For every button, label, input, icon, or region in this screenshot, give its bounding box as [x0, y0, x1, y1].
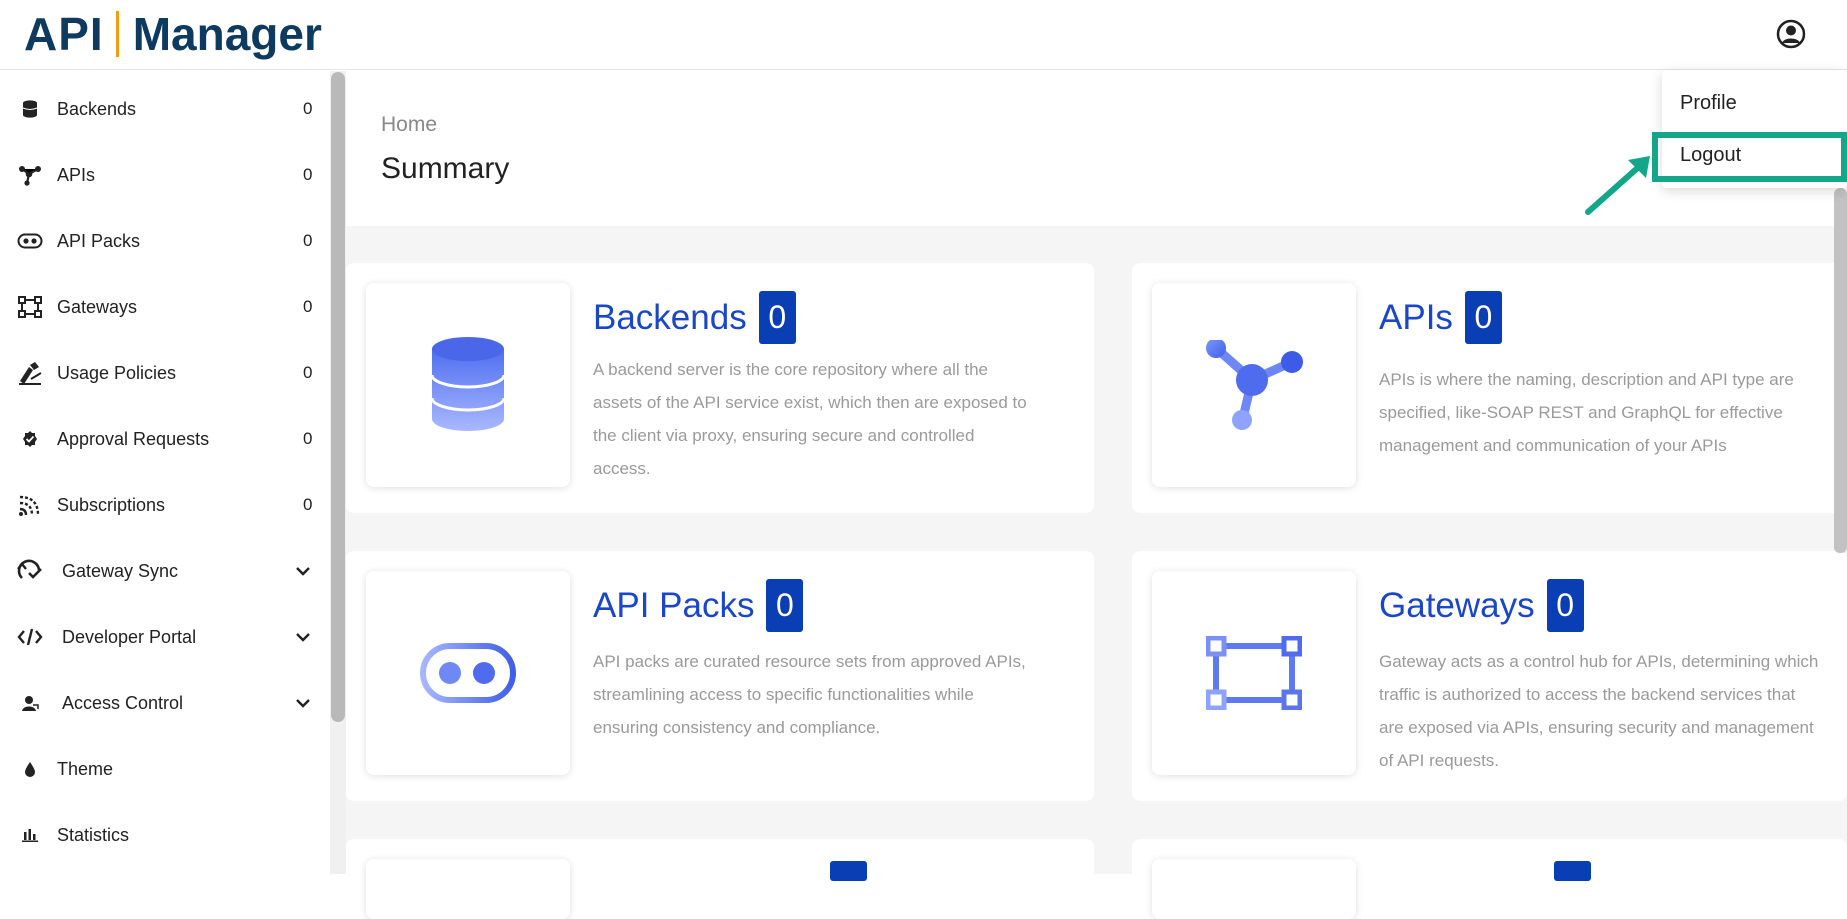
user-icon — [17, 690, 43, 716]
logo-api-text: API — [24, 8, 104, 60]
card-description: APIs is where the naming, description an… — [1379, 370, 1794, 455]
sidebar-item-subscriptions[interactable]: Subscriptions 0 — [0, 472, 328, 538]
summary-card-gateways[interactable]: Gateways 0 Gateway acts as a control hub… — [1132, 551, 1847, 801]
code-icon — [17, 624, 43, 650]
sidebar-item-access-control[interactable]: Access Control — [0, 670, 328, 736]
count-badge: 0 — [766, 579, 804, 632]
card-title: Backends 0 — [593, 291, 796, 344]
sidebar-item-count: 0 — [303, 363, 313, 382]
sidebar-item-developer-portal[interactable]: Developer Portal — [0, 604, 328, 670]
card-title: APIs 0 — [1379, 291, 1502, 344]
sidebar-item-label: Gateway Sync — [62, 560, 179, 581]
card-title-text: Backends — [593, 297, 747, 337]
sidebar-item-count: 0 — [303, 99, 313, 118]
sidebar-item-count: 0 — [303, 165, 313, 184]
sidebar-item-gateways[interactable]: Gateways 0 — [0, 274, 328, 340]
sidebar-item-gateway-sync[interactable]: Gateway Sync — [0, 538, 328, 604]
sidebar-item-label: Subscriptions — [57, 494, 166, 515]
sidebar: Backends 0 APIs 0 API Packs 0 Gateways 0… — [0, 71, 328, 874]
sidebar-item-label: Theme — [57, 758, 114, 779]
sidebar-item-label: Access Control — [62, 692, 184, 713]
gateway-icon — [1206, 636, 1302, 710]
logo-separator — [115, 11, 119, 57]
count-badge — [830, 861, 867, 881]
database-icon — [17, 96, 43, 122]
summary-card-apis[interactable]: APIs 0 APIs is where the naming, descrip… — [1132, 263, 1847, 513]
profile-menu-item[interactable]: Profile — [1680, 92, 1737, 115]
api-icon — [17, 162, 43, 188]
chevron-down-icon[interactable] — [294, 694, 312, 712]
approval-icon — [17, 426, 43, 452]
sidebar-item-approval-requests[interactable]: Approval Requests 0 — [0, 406, 328, 472]
sidebar-item-count: 0 — [303, 231, 313, 250]
sidebar-item-statistics[interactable]: Statistics — [0, 802, 328, 868]
main-scrollbar-thumb[interactable] — [1834, 188, 1847, 553]
sidebar-item-label: APIs — [57, 164, 96, 185]
card-description: API packs are curated resource sets from… — [593, 652, 1026, 737]
top-bar: API Manager — [0, 0, 1847, 70]
gateway-icon — [17, 294, 43, 320]
sidebar-item-api-packs[interactable]: API Packs 0 — [0, 208, 328, 274]
count-badge: 0 — [1464, 291, 1502, 344]
pointer-arrow-icon — [1585, 156, 1650, 215]
summary-card-backends[interactable]: Backends 0 A backend server is the core … — [346, 263, 1094, 513]
sync-icon — [17, 558, 43, 584]
card-description: A backend server is the core repository … — [593, 360, 1027, 478]
card-title: API Packs 0 — [593, 579, 804, 632]
sidebar-item-usage-policies[interactable]: Usage Policies 0 — [0, 340, 328, 406]
card-title-text: API Packs — [593, 585, 755, 625]
pack-icon — [420, 643, 516, 703]
summary-card-api-packs[interactable]: API Packs 0 API packs are curated resour… — [346, 551, 1094, 801]
sidebar-item-backends[interactable]: Backends 0 — [0, 76, 328, 142]
app-logo[interactable]: API Manager — [24, 8, 322, 60]
count-badge — [1554, 861, 1591, 881]
sidebar-item-label: Developer Portal — [62, 626, 197, 647]
sidebar-scrollbar-thumb[interactable] — [331, 72, 345, 722]
card-icon-box — [1152, 283, 1356, 487]
sidebar-item-label: Usage Policies — [57, 362, 177, 383]
user-account-icon[interactable] — [1776, 19, 1806, 49]
sidebar-item-theme[interactable]: Theme — [0, 736, 328, 802]
pack-icon — [17, 228, 43, 254]
card-icon-box — [1152, 571, 1356, 775]
bar-chart-icon — [17, 822, 43, 848]
card-icon-box — [366, 283, 570, 487]
sidebar-item-label: Statistics — [57, 824, 130, 845]
card-title: Gateways 0 — [1379, 579, 1584, 632]
page-title: Summary — [381, 152, 510, 185]
logout-highlight-box — [1652, 132, 1847, 182]
sidebar-item-label: Backends — [57, 98, 137, 119]
chevron-down-icon[interactable] — [294, 562, 312, 580]
summary-card-partial[interactable] — [1132, 839, 1847, 919]
breadcrumb[interactable]: Home — [381, 113, 437, 137]
subscriptions-icon — [17, 492, 43, 518]
sidebar-item-apis[interactable]: APIs 0 — [0, 142, 328, 208]
summary-card-partial[interactable] — [346, 839, 1094, 919]
api-icon — [1206, 340, 1303, 430]
sidebar-item-label: API Packs — [57, 230, 141, 251]
sidebar-item-count: 0 — [303, 495, 313, 514]
sidebar-item-label: Gateways — [57, 296, 138, 317]
policy-icon — [17, 360, 43, 386]
database-icon — [430, 337, 506, 431]
card-icon-box — [366, 859, 570, 919]
sidebar-item-label: Approval Requests — [57, 428, 210, 449]
card-icon-box — [1152, 859, 1356, 919]
drop-icon — [17, 756, 43, 782]
card-description: Gateway acts as a control hub for APIs, … — [1379, 652, 1819, 770]
count-badge: 0 — [1546, 579, 1584, 632]
card-icon-box — [366, 571, 570, 775]
card-title-text: APIs — [1379, 297, 1453, 337]
sidebar-item-count: 0 — [303, 429, 313, 448]
count-badge: 0 — [758, 291, 796, 344]
card-title-text: Gateways — [1379, 585, 1535, 625]
logo-manager-text: Manager — [132, 8, 322, 60]
sidebar-item-count: 0 — [303, 297, 313, 316]
chevron-down-icon[interactable] — [294, 628, 312, 646]
